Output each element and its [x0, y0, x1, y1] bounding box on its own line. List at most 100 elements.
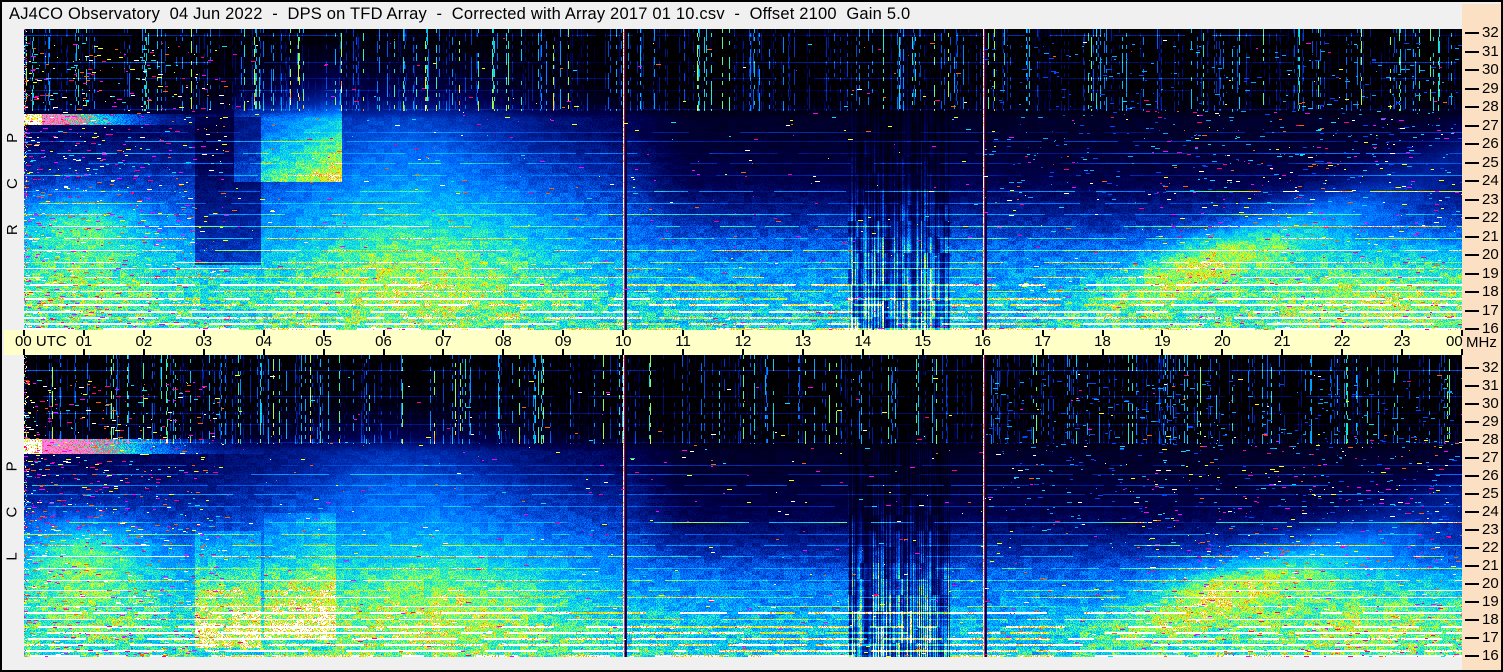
- hour-tick-top: [382, 330, 385, 336]
- hour-tick-bottom: [921, 349, 924, 355]
- freq-tick-label-25: 25: [1482, 153, 1499, 171]
- hour-tick-bottom: [382, 349, 385, 355]
- freq-tick-label-29: 29: [1482, 79, 1499, 97]
- freq-tick: [1465, 547, 1479, 550]
- freq-tick: [1465, 421, 1479, 424]
- freq-tick-label-24: 24: [1482, 172, 1499, 190]
- hour-tick-bottom: [1281, 349, 1284, 355]
- freq-tick-label-19: 19: [1482, 264, 1499, 282]
- hour-tick-bottom: [742, 349, 744, 355]
- hour-tick-bottom: [861, 349, 864, 355]
- hour-tick-top: [1401, 330, 1404, 336]
- hour-tick-top: [981, 330, 984, 336]
- freq-tick: [1465, 493, 1479, 496]
- hour-tick-bottom: [82, 349, 85, 355]
- hour-tick-top: [742, 330, 744, 336]
- hour-tick-bottom: [322, 349, 325, 355]
- freq-tick-label-23: 23: [1482, 190, 1499, 208]
- freq-tick: [1465, 309, 1479, 312]
- hour-tick-top: [502, 330, 505, 336]
- freq-tick-label-19: 19: [1482, 593, 1499, 611]
- freq-tick: [1465, 50, 1479, 53]
- hour-tick-top: [142, 330, 145, 336]
- freq-tick-label-21: 21: [1482, 557, 1499, 575]
- freq-tick-label-30: 30: [1482, 395, 1499, 413]
- hour-tick-bottom: [1221, 349, 1224, 355]
- freq-tick: [1465, 69, 1479, 72]
- hour-tick-top: [1101, 330, 1104, 336]
- hour-tick-bottom: [1341, 349, 1344, 355]
- freq-tick: [1465, 475, 1479, 478]
- freq-tick: [1465, 217, 1479, 220]
- hour-tick-bottom: [562, 349, 565, 355]
- freq-tick-label-18: 18: [1482, 611, 1499, 629]
- hour-tick-bottom: [801, 349, 804, 355]
- freq-tick-label-17: 17: [1482, 629, 1499, 647]
- hour-tick-bottom: [1161, 349, 1164, 355]
- freq-tick: [1465, 403, 1479, 406]
- freq-tick: [1465, 655, 1479, 658]
- freq-tick-label-24: 24: [1482, 503, 1499, 521]
- hour-tick-bottom: [23, 349, 25, 355]
- freq-tick: [1465, 583, 1479, 586]
- freq-tick: [1465, 511, 1479, 514]
- freq-tick-label-23: 23: [1482, 521, 1499, 539]
- freq-tick: [1465, 272, 1479, 275]
- hour-tick-top: [682, 330, 685, 336]
- freq-tick-label-26: 26: [1482, 467, 1499, 485]
- rcp-label-text: R C P: [4, 123, 21, 236]
- hour-tick-bottom: [442, 349, 445, 355]
- spectrogram-rcp: [24, 29, 1462, 330]
- freq-tick: [1465, 457, 1479, 460]
- hour-tick-top: [202, 330, 205, 336]
- lcp-label-text: L C P: [4, 451, 22, 561]
- freq-tick: [1465, 291, 1479, 294]
- hour-tick-top: [1161, 330, 1164, 336]
- freq-tick-label-28: 28: [1482, 431, 1499, 449]
- freq-tick-label-20: 20: [1482, 575, 1499, 593]
- freq-tick: [1465, 198, 1479, 201]
- freq-tick-label-22: 22: [1482, 539, 1499, 557]
- freq-tick-label-32: 32: [1482, 24, 1499, 42]
- freq-tick-label-17: 17: [1482, 301, 1499, 319]
- freq-tick: [1465, 367, 1479, 370]
- hour-tick-top: [23, 330, 25, 336]
- freq-tick-label-20: 20: [1482, 246, 1499, 264]
- freq-tick: [1465, 254, 1479, 257]
- freq-tick: [1465, 565, 1479, 568]
- hour-tick-top: [1341, 330, 1344, 336]
- freq-tick-label-31: 31: [1482, 42, 1499, 60]
- freq-tick: [1465, 32, 1479, 35]
- hour-tick-bottom: [1041, 349, 1044, 355]
- hour-tick-top: [921, 330, 924, 336]
- spectrogram-page: AJ4CO Observatory 04 Jun 2022 - DPS on T…: [0, 0, 1503, 672]
- freq-tick: [1465, 637, 1479, 640]
- freq-tick: [1465, 529, 1479, 532]
- freq-tick-label-21: 21: [1482, 227, 1499, 245]
- hour-tick-bottom: [502, 349, 505, 355]
- freq-tick-label-28: 28: [1482, 98, 1499, 116]
- lcp-panel-label: L C P: [2, 355, 23, 657]
- freq-tick: [1465, 87, 1479, 90]
- hour-tick-top: [1281, 330, 1284, 336]
- hour-tick-top: [801, 330, 804, 336]
- freq-tick-label-32: 32: [1482, 359, 1499, 377]
- hour-tick-bottom: [981, 349, 984, 355]
- hour-tick-top: [622, 330, 625, 336]
- page-title: AJ4CO Observatory 04 Jun 2022 - DPS on T…: [9, 5, 911, 23]
- freq-tick-label-29: 29: [1482, 413, 1499, 431]
- freq-tick-label-27: 27: [1482, 449, 1499, 467]
- freq-tick: [1465, 124, 1479, 127]
- freq-tick: [1465, 439, 1479, 442]
- hour-tick-top: [1041, 330, 1044, 336]
- freq-tick-label-26: 26: [1482, 135, 1499, 153]
- freq-tick-label-31: 31: [1482, 377, 1499, 395]
- freq-tick-label-30: 30: [1482, 61, 1499, 79]
- hour-tick-bottom: [142, 349, 145, 355]
- freq-tick-label-18: 18: [1482, 283, 1499, 301]
- freq-tick: [1465, 601, 1479, 604]
- spectrogram-lcp: [24, 355, 1462, 657]
- freq-tick: [1465, 619, 1479, 622]
- hour-tick-top: [442, 330, 445, 336]
- hour-tick-top: [262, 330, 265, 336]
